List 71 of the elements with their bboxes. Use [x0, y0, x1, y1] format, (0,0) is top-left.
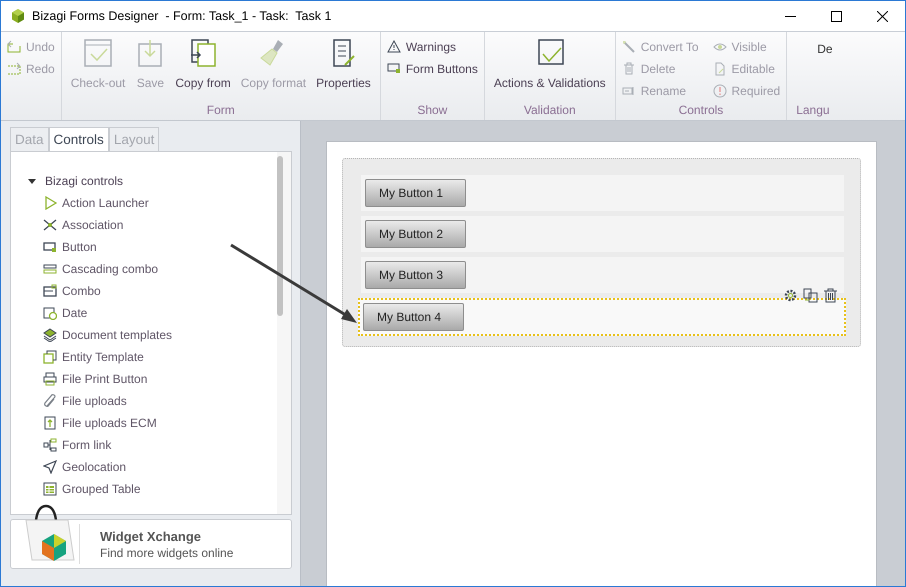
- banner-subtitle: Find more widgets online: [100, 546, 234, 560]
- tree-item[interactable]: Date: [43, 302, 277, 324]
- tree-item[interactable]: File uploads ECM: [43, 412, 277, 434]
- layers-icon: [43, 328, 57, 342]
- window-title: Bizagi Forms Designer - Form: Task_1 - Task: Task 1: [32, 9, 332, 23]
- page-icon: [712, 62, 726, 76]
- tree-item[interactable]: Cascading combo: [43, 258, 277, 280]
- group-label: Controls: [678, 103, 724, 119]
- copy-icon: [188, 38, 218, 68]
- checkbox-icon: [83, 38, 114, 68]
- combo-icon: [43, 262, 57, 276]
- tree-item[interactable]: Bizagi controls: [28, 170, 277, 192]
- gear-icon[interactable]: [783, 288, 798, 303]
- ribbon-label: De: [816, 42, 833, 56]
- ribbon-button[interactable]: Form Buttons: [386, 58, 478, 80]
- tab[interactable]: Controls: [48, 127, 109, 151]
- close-icon: [876, 10, 888, 22]
- group-label: Validation: [522, 103, 577, 119]
- rename-icon: [622, 84, 636, 98]
- group-label: Langu: [795, 103, 831, 119]
- banner-title: Widget Xchange: [100, 528, 202, 544]
- template-icon: [43, 350, 57, 364]
- location-icon: [43, 460, 57, 474]
- form-row[interactable]: My Button 3: [361, 257, 844, 293]
- tree-item[interactable]: Combo: [43, 280, 277, 302]
- exclamation-icon: [712, 84, 726, 98]
- group-label: Show: [416, 103, 448, 119]
- tree-item[interactable]: Form link: [43, 434, 277, 456]
- button-icon: [386, 62, 401, 76]
- wand-icon: [622, 40, 636, 54]
- table-icon: [43, 482, 57, 496]
- tree-item[interactable]: Association: [43, 214, 277, 236]
- ribbon-button[interactable]: Copy from: [172, 36, 234, 92]
- upload-icon: [43, 416, 57, 430]
- form-button[interactable]: My Button 3: [365, 261, 466, 289]
- redo-icon: [7, 62, 21, 76]
- trash-icon: [622, 62, 636, 76]
- maximize-icon: [830, 10, 842, 22]
- tree-item[interactable]: Action Launcher: [43, 192, 277, 214]
- link-icon: [43, 438, 57, 452]
- form-row[interactable]: My Button 1: [361, 175, 844, 211]
- undo-icon: [7, 40, 21, 54]
- ribbon-button[interactable]: Actions & Validations: [490, 36, 609, 92]
- combo-icon: [43, 284, 57, 298]
- cube-icon: [10, 8, 26, 24]
- form-button[interactable]: My Button 2: [365, 220, 466, 248]
- tree-item[interactable]: Entity Template: [43, 346, 277, 368]
- tree-item[interactable]: Geolocation: [43, 456, 277, 478]
- tree-item[interactable]: File uploads: [43, 390, 277, 412]
- tree-item[interactable]: Document templates: [43, 324, 277, 346]
- copy-icon[interactable]: [803, 288, 818, 303]
- tree-item[interactable]: Grouped Table: [43, 478, 277, 500]
- caret-icon: [28, 177, 36, 185]
- form-button[interactable]: My Button 1: [365, 179, 466, 207]
- network-icon: [43, 218, 57, 232]
- button-icon: [43, 240, 57, 254]
- play-icon: [43, 196, 57, 210]
- scrollbar-thumb[interactable]: [277, 156, 283, 316]
- calendar-icon: [43, 306, 57, 320]
- group-label: Form: [206, 103, 236, 119]
- paperclip-icon: [43, 394, 57, 408]
- printer-icon: [43, 372, 57, 386]
- ribbon-button[interactable]: Warnings: [386, 36, 478, 58]
- form-button[interactable]: My Button 4: [363, 303, 464, 331]
- tree-item[interactable]: Button: [43, 236, 277, 258]
- form-row[interactable]: My Button 4: [358, 298, 846, 336]
- ribbon-button[interactable]: Properties: [313, 36, 374, 92]
- tree-item[interactable]: File Print Button: [43, 368, 277, 390]
- trash-icon[interactable]: [823, 288, 838, 303]
- form-row[interactable]: My Button 2: [361, 216, 844, 252]
- warning-icon: [386, 40, 401, 54]
